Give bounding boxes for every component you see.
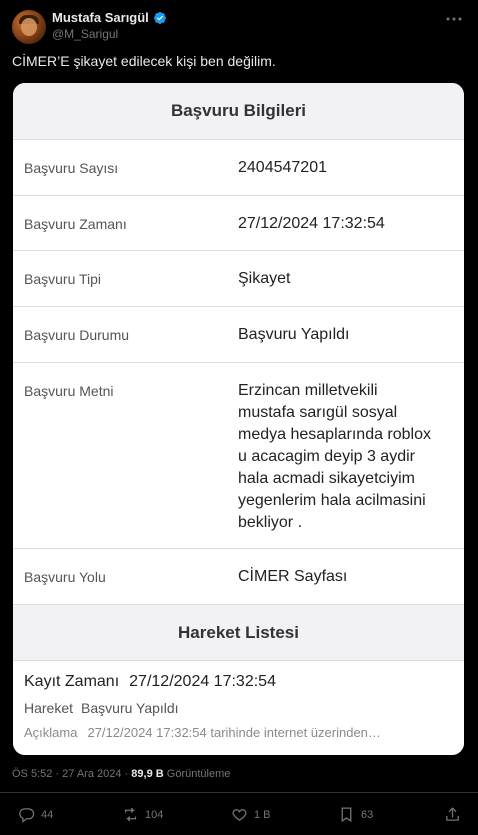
attached-image-card[interactable]: Başvuru Bilgileri Başvuru Sayısı 2404547…: [13, 83, 464, 755]
table-row: Başvuru Sayısı 2404547201: [13, 139, 464, 195]
table-row: Başvuru Zamanı 27/12/2024 17:32:54: [13, 195, 464, 250]
row-value: 27/12/2024 17:32:54: [238, 215, 385, 232]
row-label: Başvuru Zamanı: [24, 216, 127, 232]
repost-icon: [124, 807, 137, 822]
post-date[interactable]: 27 Ara 2024: [62, 768, 121, 780]
bookmark-icon: [341, 807, 352, 823]
repost-count: 104: [145, 808, 164, 821]
row-label: Başvuru Durumu: [24, 327, 130, 343]
text-line: yegenlerim hala acilmasini: [238, 492, 426, 509]
row-value: Başvuru Yapıldı: [238, 326, 350, 343]
movement-list-item: Kayıt Zamanı 27/12/2024 17:32:54 Hareket B…: [13, 660, 464, 755]
row-label: Başvuru Sayısı: [24, 160, 119, 176]
reply-button[interactable]: 44: [18, 806, 53, 823]
verified-badge-icon: [153, 11, 166, 24]
tweet-text: CİMER’E şikayet edilecek kişi ben değili…: [12, 53, 276, 69]
row-label: Başvuru Yolu: [24, 569, 106, 585]
text-line: mustafa sarıgül sosyal: [238, 404, 398, 421]
author-block: Mustafa Sarıgül @M_Sarigul: [52, 10, 167, 41]
tweet-meta: ÖS 5:52 · 27 Ara 2024 · 89,9 B Görüntüle…: [12, 768, 230, 780]
share-button[interactable]: [444, 806, 461, 823]
text-line: bekliyor .: [238, 514, 303, 531]
share-icon: [446, 807, 459, 821]
bookmark-count: 63: [361, 808, 374, 821]
movement-desc-value: 27/12/2024 17:32:54 tarihinde internet ü…: [87, 725, 381, 740]
text-line: medya hesaplarında roblox: [238, 426, 432, 443]
application-info-table: Başvuru Sayısı 2404547201 Başvuru Zamanı…: [13, 139, 464, 604]
handle[interactable]: @M_Sarigul: [52, 27, 167, 41]
heart-icon: [232, 809, 247, 821]
bookmark-button[interactable]: 63: [338, 806, 373, 823]
table-row: Başvuru Yolu CİMER Sayfası: [13, 548, 464, 604]
tweet-header: Mustafa Sarıgül @M_Sarigul: [12, 8, 466, 44]
meta-separator: ·: [124, 768, 129, 780]
movement-time-label: Kayıt Zamanı: [24, 673, 120, 690]
row-value: 2404547201: [238, 159, 327, 176]
repost-button[interactable]: 104: [122, 806, 163, 823]
like-count: 1 B: [254, 808, 271, 821]
row-value: CİMER Sayfası: [238, 568, 348, 585]
like-button[interactable]: 1 B: [231, 806, 271, 823]
section-title-movement-list: Hareket Listesi: [13, 604, 464, 660]
table-row: Başvuru Durumu Başvuru Yapıldı: [13, 306, 464, 362]
movement-time-value: 27/12/2024 17:32:54: [129, 673, 276, 690]
text-line: hala acmadi sikayetciyim: [238, 470, 415, 487]
movement-desc-label: Açıklama: [24, 725, 78, 740]
row-value-multiline: Erzincan milletvekili mustafa sarıgül so…: [238, 380, 453, 534]
meta-separator: ·: [55, 768, 60, 780]
text-line: u acacagim deyip 3 aydir: [238, 448, 415, 465]
section-title-application-info: Başvuru Bilgileri: [13, 83, 464, 139]
movement-action-value: Başvuru Yapıldı: [81, 700, 179, 716]
table-row: Başvuru Metni Erzincan milletvekili must…: [13, 362, 464, 548]
row-label: Başvuru Metni: [24, 383, 114, 399]
more-options-icon[interactable]: [444, 12, 464, 26]
movement-action-label: Hareket: [24, 700, 74, 716]
reply-icon: [19, 808, 35, 823]
text-line: Erzincan milletvekili: [238, 382, 378, 399]
post-time[interactable]: ÖS 5:52: [12, 768, 52, 780]
action-bar: 44 104 1 B 63: [0, 806, 478, 828]
reply-count: 44: [41, 808, 54, 821]
display-name[interactable]: Mustafa Sarıgül: [52, 10, 149, 25]
row-value: Şikayet: [238, 270, 291, 287]
view-count-label: Görüntüleme: [166, 768, 231, 780]
avatar[interactable]: [12, 10, 46, 44]
divider: [0, 792, 478, 793]
view-count[interactable]: 89,9 B: [131, 768, 163, 780]
row-label: Başvuru Tipi: [24, 271, 102, 287]
table-row: Başvuru Tipi Şikayet: [13, 250, 464, 306]
